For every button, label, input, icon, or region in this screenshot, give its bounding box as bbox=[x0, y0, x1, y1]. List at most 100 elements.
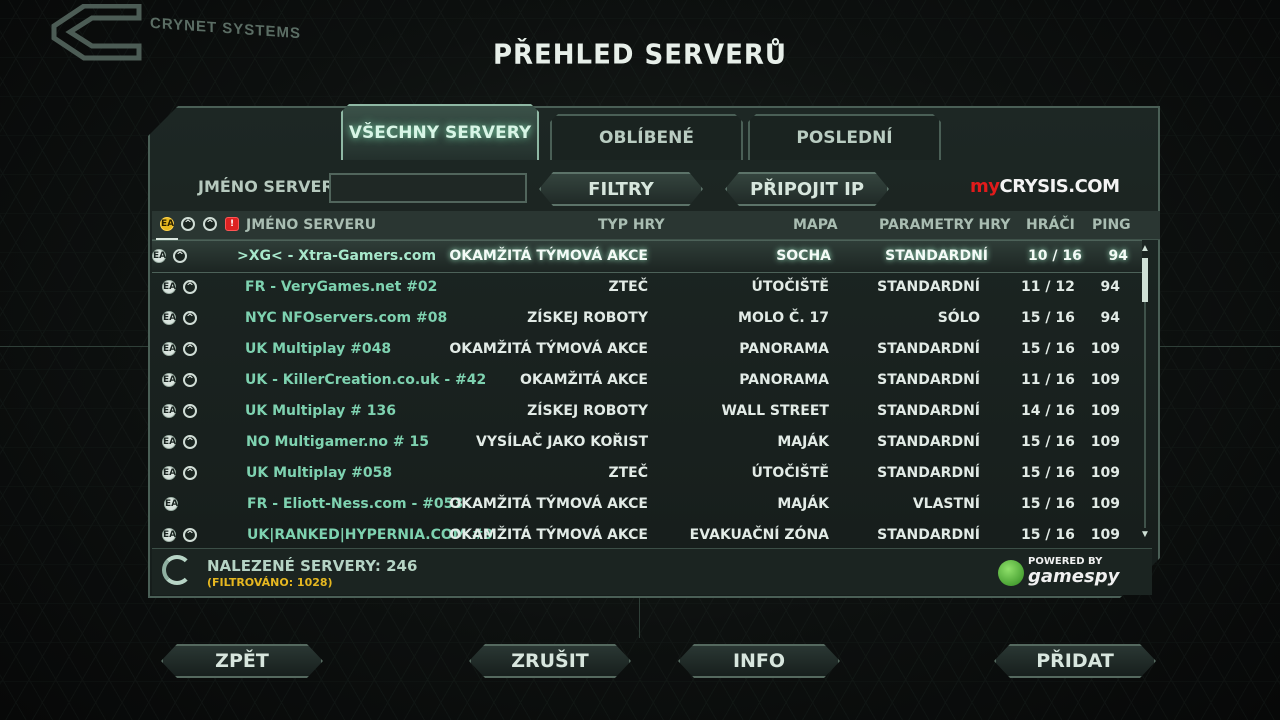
anticheat-filter-icon[interactable]: ^ bbox=[203, 217, 217, 231]
server-name: FR - Eliott-Ness.com - #053 bbox=[247, 496, 464, 512]
server-ping: 109 bbox=[1090, 465, 1120, 481]
server-ping: 94 bbox=[1100, 279, 1120, 295]
server-name: NO Multigamer.no # 15 bbox=[246, 434, 430, 450]
server-row[interactable]: EA FR - Eliott-Ness.com - #053 OKAMŽITÁ … bbox=[152, 489, 1142, 520]
server-params: STANDARDNÍ bbox=[877, 465, 980, 481]
page-title: PŘEHLED SERVERŮ bbox=[492, 39, 788, 71]
server-params: STANDARDNÍ bbox=[877, 372, 980, 388]
tab-favorites[interactable]: OBLÍBENÉ bbox=[550, 114, 743, 160]
server-row[interactable]: EA ^ FR - VeryGames.net #02 ZTEČ ÚTOČIŠT… bbox=[152, 272, 1142, 303]
ea-filter-icon[interactable]: EA bbox=[160, 217, 174, 231]
back-button[interactable]: ZPĚT bbox=[161, 644, 323, 678]
server-params: STANDARDNÍ bbox=[877, 403, 980, 419]
server-map: PANORAMA bbox=[739, 341, 829, 357]
server-params: VLASTNÍ bbox=[912, 496, 980, 512]
server-ping: 109 bbox=[1090, 527, 1120, 543]
server-game-type: VYSÍLAČ JAKO KOŘIST bbox=[476, 434, 648, 450]
server-name-input[interactable] bbox=[329, 173, 527, 203]
server-row[interactable]: EA ^ UK Multiplay # 136 ZÍSKEJ ROBOTY WA… bbox=[152, 396, 1142, 427]
server-ping: 94 bbox=[1100, 310, 1120, 326]
info-button[interactable]: INFO bbox=[678, 644, 840, 678]
server-map: MAJÁK bbox=[777, 434, 829, 450]
ea-icon: EA bbox=[162, 311, 177, 325]
server-name: UK Multiplay #048 bbox=[245, 341, 392, 357]
scroll-up-icon[interactable]: ▲ bbox=[1139, 244, 1151, 254]
ranked-filter-icon[interactable]: ^ bbox=[181, 217, 195, 231]
ranked-icon: ^ bbox=[173, 249, 187, 263]
gamespy-logo: POWERED BY gamespy bbox=[998, 556, 1120, 590]
column-players[interactable]: HRÁČI bbox=[1026, 217, 1075, 233]
server-players: 10 / 16 bbox=[1028, 248, 1082, 264]
add-button[interactable]: PŘIDAT bbox=[994, 644, 1156, 678]
server-game-type: OKAMŽITÁ AKCE bbox=[520, 372, 648, 388]
frame-line bbox=[639, 598, 640, 638]
server-ping: 109 bbox=[1090, 403, 1120, 419]
tab-all-servers[interactable]: VŠECHNY SERVERY bbox=[341, 104, 539, 160]
server-params: SÓLO bbox=[937, 310, 980, 326]
column-game-params[interactable]: PARAMETRY HRY bbox=[879, 217, 1010, 233]
server-ping: 109 bbox=[1090, 434, 1120, 450]
server-ping: 109 bbox=[1090, 341, 1120, 357]
server-players: 15 / 16 bbox=[1021, 310, 1075, 326]
server-name: UK - KillerCreation.co.uk - #42 bbox=[245, 372, 487, 388]
ranked-icon: ^ bbox=[183, 373, 197, 387]
server-row[interactable]: EA ^ UK Multiplay #048 OKAMŽITÁ TÝMOVÁ A… bbox=[152, 334, 1142, 365]
server-players: 11 / 16 bbox=[1021, 372, 1075, 388]
gamespy-wordmark: gamespy bbox=[1028, 566, 1120, 587]
ea-icon: EA bbox=[162, 404, 177, 418]
filters-button[interactable]: FILTRY bbox=[539, 172, 703, 206]
servers-filtered-count: (FILTROVÁNO: 1028) bbox=[207, 576, 333, 589]
password-filter-icon[interactable]: ! bbox=[225, 217, 239, 231]
scroll-down-icon[interactable]: ▼ bbox=[1139, 530, 1151, 540]
column-ping[interactable]: PING bbox=[1092, 217, 1131, 233]
ranked-icon: ^ bbox=[183, 404, 197, 418]
server-params: STANDARDNÍ bbox=[877, 434, 980, 450]
server-row[interactable]: EA ^ UK Multiplay #058 ZTEČ ÚTOČIŠTĚ STA… bbox=[152, 458, 1142, 489]
mycrysis-domain: CRYSIS.COM bbox=[999, 176, 1121, 197]
server-game-type: ZÍSKEJ ROBOTY bbox=[527, 403, 648, 419]
column-map[interactable]: MAPA bbox=[793, 217, 838, 233]
column-game-type[interactable]: TYP HRY bbox=[598, 217, 665, 233]
mycrysis-link[interactable]: myCRYSIS.COM bbox=[970, 176, 1120, 197]
server-name: UK Multiplay # 136 bbox=[245, 403, 396, 419]
server-game-type: ZTEČ bbox=[608, 465, 648, 481]
ea-icon: EA bbox=[162, 435, 177, 449]
ranked-icon: ^ bbox=[183, 528, 197, 542]
server-map: ÚTOČIŠTĚ bbox=[751, 465, 830, 481]
server-players: 15 / 16 bbox=[1021, 434, 1075, 450]
server-ping: 109 bbox=[1090, 496, 1120, 512]
server-map: EVAKUAČNÍ ZÓNA bbox=[689, 527, 829, 543]
server-game-type: OKAMŽITÁ TÝMOVÁ AKCE bbox=[449, 248, 648, 264]
tab-recent[interactable]: POSLEDNÍ bbox=[748, 114, 941, 160]
server-name: NYC NFOservers.com #08 bbox=[245, 310, 448, 326]
frame-line bbox=[0, 346, 148, 347]
ranked-icon: ^ bbox=[183, 342, 197, 356]
ea-icon: EA bbox=[162, 528, 177, 542]
refresh-icon[interactable] bbox=[162, 555, 192, 585]
server-row[interactable]: EA ^ NO Multigamer.no # 15 VYSÍLAČ JAKO … bbox=[152, 427, 1142, 458]
server-row[interactable]: EA ^ UK|RANKED|HYPERNIA.COM #9 OKAMŽITÁ … bbox=[152, 520, 1142, 551]
server-players: 15 / 16 bbox=[1021, 527, 1075, 543]
table-header: EA ^ ^ ! JMÉNO SERVERU TYP HRY MAPA PARA… bbox=[152, 211, 1160, 240]
server-row-selected[interactable]: EA ^ >XG< - Xtra-Gamers.com OKAMŽITÁ TÝM… bbox=[152, 240, 1142, 273]
server-players: 15 / 16 bbox=[1021, 496, 1075, 512]
servers-found-count: NALEZENÉ SERVERY: 246 bbox=[207, 557, 418, 575]
scroll-thumb[interactable] bbox=[1142, 258, 1148, 302]
server-map: MOLO Č. 17 bbox=[738, 310, 829, 326]
list-scrollbar[interactable]: ▲ ▼ bbox=[1139, 244, 1151, 542]
server-map: ÚTOČIŠTĚ bbox=[751, 279, 830, 295]
server-row[interactable]: EA ^ UK - KillerCreation.co.uk - #42 OKA… bbox=[152, 365, 1142, 396]
column-server-name[interactable]: JMÉNO SERVERU bbox=[246, 217, 376, 233]
connect-ip-button[interactable]: PŘIPOJIT IP bbox=[725, 172, 889, 206]
server-game-type: OKAMŽITÁ TÝMOVÁ AKCE bbox=[449, 341, 648, 357]
server-game-type: OKAMŽITÁ TÝMOVÁ AKCE bbox=[449, 527, 648, 543]
server-params: STANDARDNÍ bbox=[877, 527, 980, 543]
server-players: 15 / 16 bbox=[1021, 341, 1075, 357]
ea-icon: EA bbox=[162, 466, 177, 480]
server-map: PANORAMA bbox=[739, 372, 829, 388]
cancel-button[interactable]: ZRUŠIT bbox=[469, 644, 631, 678]
ea-icon: EA bbox=[162, 280, 177, 294]
server-players: 11 / 12 bbox=[1021, 279, 1075, 295]
server-row[interactable]: EA ^ NYC NFOservers.com #08 ZÍSKEJ ROBOT… bbox=[152, 303, 1142, 334]
ea-icon: EA bbox=[162, 373, 177, 387]
